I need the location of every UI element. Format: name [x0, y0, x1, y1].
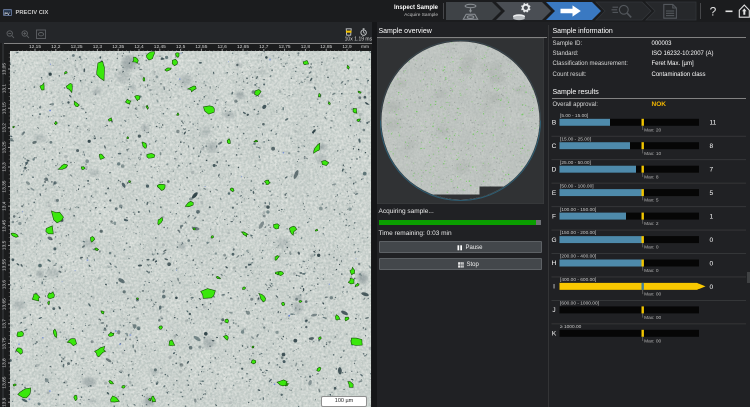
svg-text:G: G — [551, 237, 556, 244]
svg-text:[150.00 - 200.00]: [150.00 - 200.00] — [560, 230, 596, 236]
svg-text:Max: 8: Max: 8 — [644, 174, 659, 180]
svg-text:Max: 0: Max: 0 — [644, 245, 659, 251]
svg-text:[400.00 - 600.00]: [400.00 - 600.00] — [560, 277, 596, 283]
svg-text:Max: 0: Max: 0 — [644, 268, 659, 274]
svg-text:I: I — [553, 284, 555, 291]
svg-text:[100.00 - 150.00]: [100.00 - 150.00] — [560, 207, 596, 213]
svg-text:0: 0 — [710, 237, 714, 244]
svg-text:[600.00 - 1000.00]: [600.00 - 1000.00] — [560, 301, 599, 307]
svg-text:[15.00 - 25.00]: [15.00 - 25.00] — [560, 136, 591, 142]
svg-text:5: 5 — [710, 190, 714, 197]
svg-text:F: F — [552, 213, 556, 220]
svg-text:D: D — [552, 166, 557, 173]
svg-text:Max: 00: Max: 00 — [644, 338, 661, 344]
svg-text:11: 11 — [710, 120, 717, 127]
svg-text:≥ 1000.00: ≥ 1000.00 — [560, 324, 582, 330]
svg-text:1: 1 — [710, 214, 714, 221]
svg-text:Max: 10: Max: 10 — [644, 151, 661, 157]
svg-text:J: J — [552, 307, 555, 314]
svg-text:[5.00 - 15.00]: [5.00 - 15.00] — [560, 113, 588, 119]
svg-text:8: 8 — [710, 143, 714, 150]
svg-text:K: K — [552, 331, 557, 338]
svg-text:E: E — [552, 190, 557, 197]
svg-text:Max: 00: Max: 00 — [644, 292, 661, 298]
svg-text:C: C — [552, 143, 557, 150]
svg-text:Max: 00: Max: 00 — [644, 315, 661, 321]
svg-text:Max: 20: Max: 20 — [644, 127, 661, 133]
svg-text:[25.00 - 50.00]: [25.00 - 50.00] — [560, 160, 591, 166]
svg-text:Max: 2: Max: 2 — [644, 221, 659, 227]
svg-text:7: 7 — [710, 167, 714, 174]
svg-text:Max: 5: Max: 5 — [644, 198, 659, 204]
svg-text:H: H — [552, 260, 557, 267]
svg-text:[50.00 - 100.00]: [50.00 - 100.00] — [560, 183, 594, 189]
svg-text:B: B — [552, 120, 556, 127]
svg-text:0: 0 — [710, 284, 714, 291]
svg-text:0: 0 — [710, 260, 714, 267]
svg-text:[200.00 - 400.00]: [200.00 - 400.00] — [560, 254, 596, 260]
